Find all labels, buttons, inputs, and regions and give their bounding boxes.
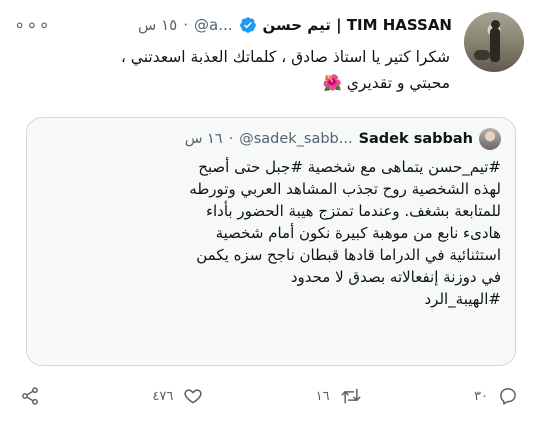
dot-separator: · (183, 16, 189, 34)
reply-count: ٣٠ (474, 388, 488, 404)
quoted-text-line: #الهيبة_الرد (424, 290, 501, 308)
quoted-tweet-text: #تيم_حسن يتماهى مع شخصية #جبل حتى أصبح ل… (41, 156, 501, 310)
tweet-header: تيم حسن | TIM HASSAN @a... · ١٥ س ∘∘∘ (14, 12, 452, 38)
tweet-text: شكرا كتير يا استاذ صادق ، كلماتك العذبة … (20, 44, 450, 96)
tweet-text-line: محبتي و تقديري 🌺 (322, 74, 450, 92)
tweet-actions: ٤٧٦ ١٦ ٣٠ (20, 382, 518, 410)
quoted-text-line: #تيم_حسن يتماهى مع شخصية #جبل حتى أصبح (198, 158, 501, 176)
dot-separator: · (228, 131, 234, 147)
more-options-icon[interactable]: ∘∘∘ (14, 15, 51, 36)
author-name[interactable]: تيم حسن | TIM HASSAN (263, 16, 452, 34)
reply-icon (498, 386, 518, 406)
tweet-text-line: شكرا كتير يا استاذ صادق ، كلماتك العذبة … (120, 48, 450, 66)
share-icon (20, 386, 40, 406)
author-handle[interactable]: @a... (194, 16, 233, 34)
quoted-text-line: في دوزنة إنفعالاته بصدق لا محدود (290, 268, 501, 286)
verified-badge-icon (239, 16, 257, 34)
tweet[interactable]: تيم حسن | TIM HASSAN @a... · ١٥ س ∘∘∘ شك… (0, 0, 538, 426)
quoted-tweet[interactable]: Sadek sabbah @sadek_sabb... · ١٦ س #تيم_… (26, 117, 516, 366)
quoted-text-line: هادىء نابع من موهبة كبيرة نكون أمام شخصي… (215, 224, 501, 242)
retweet-button[interactable]: ١٦ (316, 386, 362, 406)
quoted-tweet-header: Sadek sabbah @sadek_sabb... · ١٦ س (41, 128, 501, 150)
author-avatar[interactable] (464, 12, 524, 72)
tweet-time[interactable]: ١٥ س (138, 16, 177, 34)
retweet-icon (340, 386, 362, 406)
share-button[interactable] (20, 386, 40, 406)
quoted-text-line: لهذه الشخصية روح تجذب المشاهد العربي وتو… (189, 180, 501, 198)
quoted-tweet-time: ١٦ س (184, 131, 223, 147)
quoted-author-name: Sadek sabbah (358, 131, 473, 147)
quoted-author-avatar (479, 128, 501, 150)
like-button[interactable]: ٤٧٦ (152, 386, 203, 406)
reply-button[interactable]: ٣٠ (474, 386, 518, 406)
quoted-author-handle: @sadek_sabb... (239, 131, 353, 147)
retweet-count: ١٦ (315, 388, 330, 404)
quoted-text-line: للمتابعة بشغف. وعندما تمتزج هيبة الحضور … (205, 202, 501, 220)
avatar-figure-body (490, 28, 500, 62)
like-count: ٤٧٦ (152, 388, 174, 404)
quoted-text-line: استثنائية في الدراما قادها قبطان ناجح سز… (196, 246, 501, 264)
avatar-figure-dog (474, 50, 490, 60)
heart-icon (183, 386, 203, 406)
